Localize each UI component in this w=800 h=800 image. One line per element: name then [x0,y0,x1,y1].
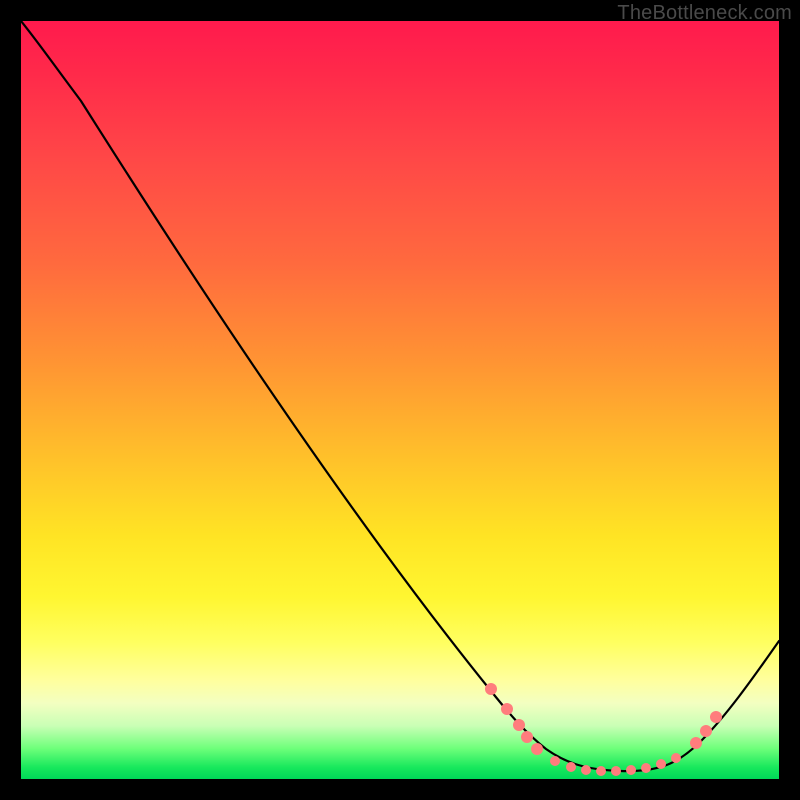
series-curve [21,21,779,771]
marker-dots [485,683,722,776]
chart-frame: TheBottleneck.com [0,0,800,800]
chart-svg [21,21,779,779]
chart-plot-area [21,21,779,779]
attribution-label: TheBottleneck.com [617,2,792,25]
